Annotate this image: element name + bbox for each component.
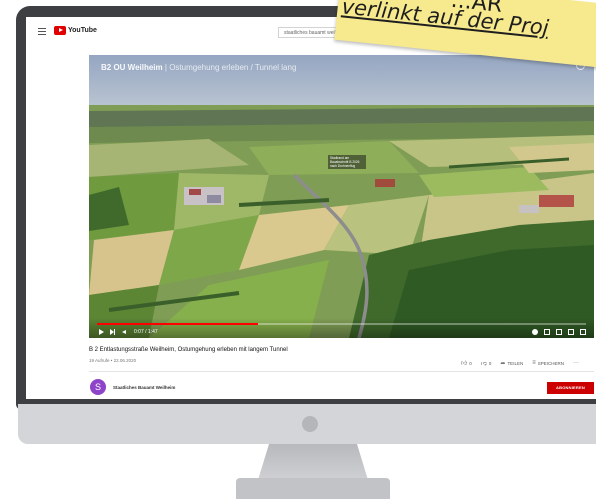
progress-bar[interactable] (97, 323, 586, 325)
video-title: B 2 Entlastungsstraße Weilheim, Ostumgeh… (89, 347, 288, 353)
video-player[interactable]: B2 OU Weilheim | Ostumgehung erleben / T… (89, 55, 594, 338)
youtube-logo[interactable]: YouTube (54, 26, 97, 35)
video-actions: 👍︎ 0 👎︎ 0 ➦ TEILEN ≡ SPEICHERN ··· (461, 359, 579, 367)
channel-avatar[interactable]: S (90, 379, 106, 395)
progress-fill (97, 323, 259, 325)
more-icon: ··· (572, 360, 579, 366)
like-count: 0 (469, 360, 472, 366)
save-label: SPEICHERN (537, 360, 564, 366)
share-button[interactable]: ➦ TEILEN (500, 360, 523, 367)
settings-gear-icon[interactable] (532, 329, 538, 335)
overlay-title-sub: | Ostumgehung erleben / Tunnel lang (164, 63, 297, 72)
youtube-logo-text: YouTube (68, 27, 97, 34)
youtube-play-icon (54, 26, 66, 35)
share-icon: ➦ (500, 360, 506, 367)
volume-icon[interactable] (122, 329, 128, 335)
miniplayer-icon[interactable] (544, 329, 550, 335)
channel-name[interactable]: Staatliches Bauamt Weilheim (113, 385, 175, 390)
aerial-landscape-image (89, 55, 594, 338)
monitor-logo (302, 416, 318, 432)
fullscreen-icon[interactable] (580, 329, 586, 335)
playlist-add-icon: ≡ (532, 360, 536, 366)
screen: YouTube staatliches bauamt weilheim B2 O… (26, 17, 596, 399)
like-button[interactable]: 👍︎ 0 (461, 359, 472, 368)
theater-mode-icon[interactable] (556, 329, 562, 335)
subscribe-button[interactable]: ABONNIEREN (547, 382, 594, 394)
video-overlay-title: B2 OU Weilheim | Ostumgehung erleben / T… (101, 63, 296, 72)
monitor-stand-foot (236, 478, 390, 499)
play-icon[interactable] (98, 329, 104, 335)
save-button[interactable]: ≡ SPEICHERN (532, 360, 564, 366)
dislike-count: 0 (488, 360, 492, 366)
thumbs-down-icon: 👎︎ (480, 361, 487, 367)
more-button[interactable]: ··· (573, 360, 579, 366)
overlay-title-main: B2 OU Weilheim (101, 63, 163, 72)
monitor-stand-neck (258, 444, 368, 480)
map-overlay-label: Stadtrand am Bauabschnitt B 2026 nach Dr… (328, 155, 366, 169)
video-meta: 19 Aufrufe • 22.06.2020 (89, 358, 137, 363)
dislike-button[interactable]: 👎︎ 0 (480, 359, 492, 368)
hamburger-menu-icon[interactable] (38, 28, 46, 35)
sticky-note-line-2: verlinkt auf der Proj (340, 0, 550, 40)
share-label: TEILEN (507, 360, 524, 366)
next-icon[interactable] (110, 329, 116, 335)
thumbs-up-icon: 👍︎ (461, 361, 468, 367)
player-controls: 0:07 / 1:47 (89, 318, 594, 338)
cast-icon[interactable] (568, 329, 574, 335)
time-display: 0:07 / 1:47 (134, 329, 158, 335)
divider (89, 371, 594, 372)
